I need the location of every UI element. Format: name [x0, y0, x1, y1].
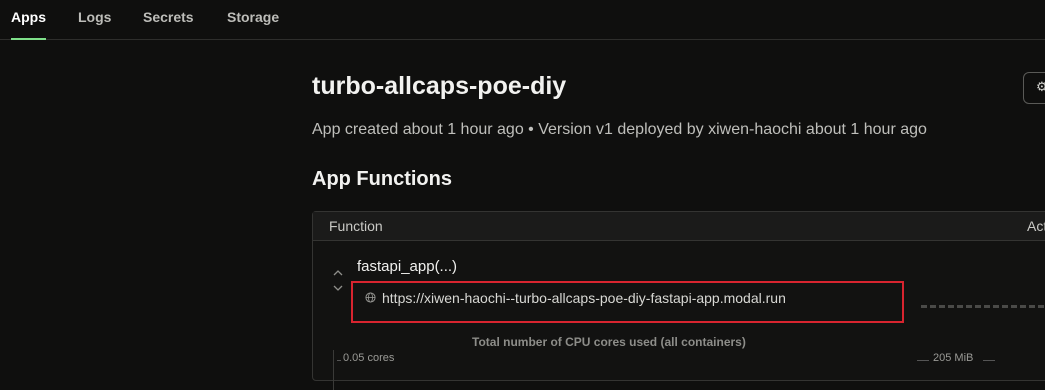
memory-axis-tick: 205 MiB: [933, 352, 974, 364]
tick-mark: [917, 360, 929, 361]
tick-mark: [983, 360, 995, 361]
chart-placeholder-line: [921, 305, 1045, 308]
tick-mark: [337, 360, 341, 361]
chevron-up-icon[interactable]: [332, 267, 344, 279]
tab-storage[interactable]: Storage: [227, 9, 279, 25]
page-title: turbo-allcaps-poe-diy: [312, 72, 567, 100]
section-title: App Functions: [312, 168, 452, 190]
cpu-axis-tick: 0.05 cores: [343, 352, 395, 364]
column-header-active: Act: [1027, 218, 1045, 234]
column-header-function: Function: [329, 218, 383, 234]
action-icon: ⚙: [1036, 79, 1045, 94]
table-header: Function Act: [313, 212, 1045, 241]
chart-axis-line: [333, 350, 334, 390]
tab-logs[interactable]: Logs: [78, 9, 111, 25]
app-meta: App created about 1 hour ago • Version v…: [312, 121, 927, 138]
globe-icon: [365, 292, 376, 303]
top-nav: Apps Logs Secrets Storage: [0, 0, 1045, 40]
app-action-button[interactable]: ⚙: [1023, 72, 1045, 104]
tab-apps[interactable]: Apps: [11, 9, 46, 25]
function-url-highlight: https://xiwen-haochi--turbo-allcaps-poe-…: [351, 281, 904, 323]
tab-secrets[interactable]: Secrets: [143, 9, 194, 25]
function-name: fastapi_app(...): [357, 258, 458, 275]
cpu-chart-title: Total number of CPU cores used (all cont…: [472, 335, 746, 349]
active-tab-indicator: [11, 38, 46, 40]
functions-table: Function Act fastapi_app(...) https://xi…: [312, 211, 1045, 390]
function-url-link[interactable]: https://xiwen-haochi--turbo-allcaps-poe-…: [382, 290, 786, 306]
chevron-down-icon[interactable]: [332, 282, 344, 294]
